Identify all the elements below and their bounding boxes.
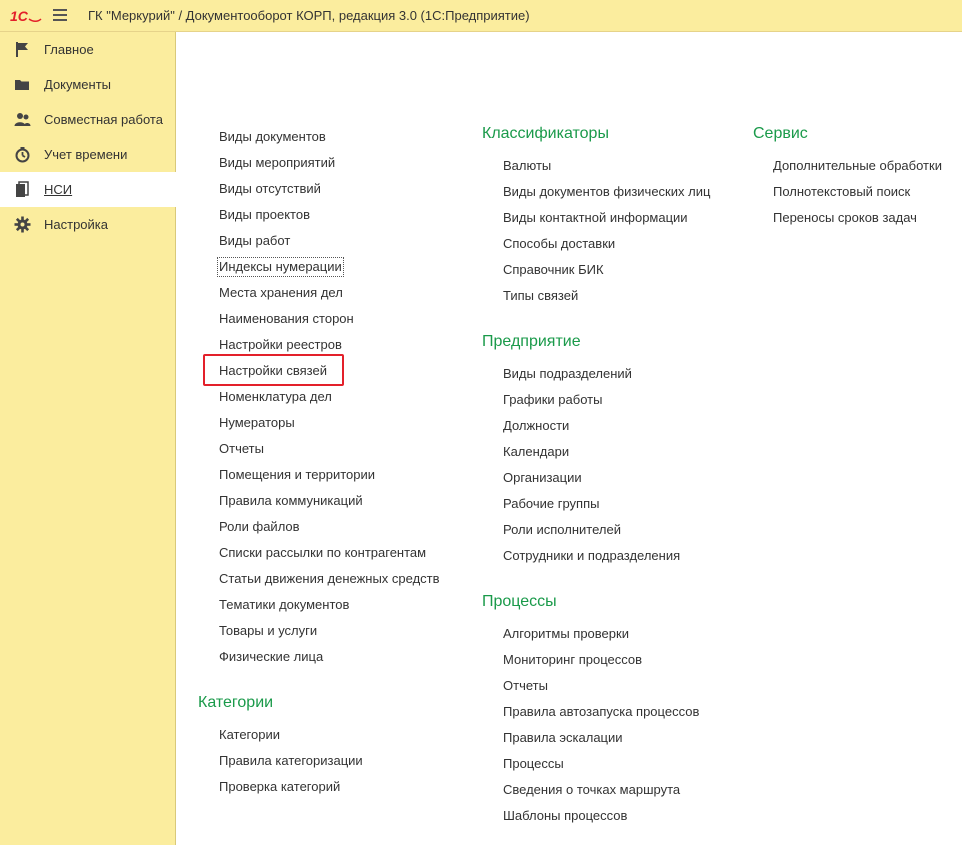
link-route-point-info[interactable]: Сведения о точках маршрута <box>503 782 680 798</box>
link-work-groups[interactable]: Рабочие группы <box>503 496 599 512</box>
link-employees-departments[interactable]: Сотрудники и подразделения <box>503 548 680 564</box>
link-organizations[interactable]: Организации <box>503 470 582 486</box>
link-calendars[interactable]: Календари <box>503 444 569 460</box>
link-communication-rules[interactable]: Правила коммуникаций <box>219 493 363 509</box>
reference-books-icon <box>14 181 31 198</box>
timer-icon <box>14 146 31 163</box>
sidebar-item-main[interactable]: Главное <box>0 32 176 67</box>
section-title-classifiers: Классификаторы <box>482 125 609 142</box>
link-document-topics[interactable]: Тематики документов <box>219 597 349 613</box>
link-positions[interactable]: Должности <box>503 418 569 434</box>
link-category-check[interactable]: Проверка категорий <box>219 779 340 795</box>
section-title-processes: Процессы <box>482 593 557 610</box>
link-contact-info-types[interactable]: Виды контактной информации <box>503 210 688 226</box>
sidebar-item-settings[interactable]: Настройка <box>0 207 176 242</box>
link-reports[interactable]: Отчеты <box>219 441 264 457</box>
sidebar-item-nsi[interactable]: НСИ <box>0 172 176 207</box>
link-process-reports[interactable]: Отчеты <box>503 678 548 694</box>
link-performer-roles[interactable]: Роли исполнителей <box>503 522 621 538</box>
link-numbering-indexes[interactable]: Индексы нумерации <box>217 257 344 277</box>
sidebar-item-label: Совместная работа <box>44 112 163 127</box>
link-process-templates[interactable]: Шаблоны процессов <box>503 808 627 824</box>
sidebar-item-label: Учет времени <box>44 147 128 162</box>
link-escalation-rules[interactable]: Правила эскалации <box>503 730 623 746</box>
link-delivery-methods[interactable]: Способы доставки <box>503 236 615 252</box>
link-task-deadline-transfers[interactable]: Переносы сроков задач <box>773 210 917 226</box>
section-title-service: Сервис <box>753 125 808 142</box>
sidebar-item-documents[interactable]: Документы <box>0 67 176 102</box>
flag-icon <box>14 41 31 58</box>
link-file-roles[interactable]: Роли файлов <box>219 519 300 535</box>
svg-text:1С: 1С <box>10 8 29 24</box>
link-link-types[interactable]: Типы связей <box>503 288 578 304</box>
link-case-storage-places[interactable]: Места хранения дел <box>219 285 343 301</box>
gear-icon <box>14 216 31 233</box>
users-icon <box>14 111 31 128</box>
link-premises-territories[interactable]: Помещения и территории <box>219 467 375 483</box>
link-fulltext-search[interactable]: Полнотекстовый поиск <box>773 184 910 200</box>
link-mailing-lists[interactable]: Списки рассылки по контрагентам <box>219 545 426 561</box>
link-project-types[interactable]: Виды проектов <box>219 207 310 223</box>
window-title: ГК "Меркурий" / Документооборот КОРП, ре… <box>88 8 530 23</box>
link-work-schedules[interactable]: Графики работы <box>503 392 602 408</box>
link-work-types[interactable]: Виды работ <box>219 233 290 249</box>
link-register-settings[interactable]: Настройки реестров <box>219 337 342 353</box>
link-process-monitoring[interactable]: Мониторинг процессов <box>503 652 642 668</box>
title-bar: 1С ГК "Меркурий" / Документооборот КОРП,… <box>0 0 962 32</box>
section-title-enterprise: Предприятие <box>482 333 581 350</box>
link-processes[interactable]: Процессы <box>503 756 564 772</box>
sidebar-item-collaboration[interactable]: Совместная работа <box>0 102 176 137</box>
link-event-types[interactable]: Виды мероприятий <box>219 155 335 171</box>
sections-panel: Главное Документы Совместная работа Учет… <box>0 32 176 845</box>
link-currencies[interactable]: Валюты <box>503 158 551 174</box>
link-check-algorithms[interactable]: Алгоритмы проверки <box>503 626 629 642</box>
link-individuals[interactable]: Физические лица <box>219 649 323 665</box>
link-categorization-rules[interactable]: Правила категоризации <box>219 753 363 769</box>
section-title-categories: Категории <box>198 694 274 711</box>
link-document-types[interactable]: Виды документов <box>219 129 326 145</box>
link-additional-processing[interactable]: Дополнительные обработки <box>773 158 942 174</box>
link-case-nomenclature[interactable]: Номенклатура дел <box>219 389 332 405</box>
sidebar-item-label: Настройка <box>44 217 108 232</box>
link-department-types[interactable]: Виды подразделений <box>503 366 632 382</box>
sidebar-item-label: Документы <box>44 77 112 92</box>
link-cash-flow-items[interactable]: Статьи движения денежных средств <box>219 571 440 587</box>
1c-logo[interactable]: 1С <box>10 8 42 24</box>
link-party-names[interactable]: Наименования сторон <box>219 311 354 327</box>
folder-icon <box>14 76 31 93</box>
link-goods-services[interactable]: Товары и услуги <box>219 623 317 639</box>
link-bik-reference[interactable]: Справочник БИК <box>503 262 604 278</box>
link-numerators[interactable]: Нумераторы <box>219 415 295 431</box>
sidebar-item-label: НСИ <box>44 182 73 197</box>
link-identity-document-types[interactable]: Виды документов физических лиц <box>503 184 710 200</box>
link-absence-types[interactable]: Виды отсутствий <box>219 181 321 197</box>
sidebar-item-label: Главное <box>44 42 94 57</box>
sidebar-item-time-tracking[interactable]: Учет времени <box>0 137 176 172</box>
main-menu-icon[interactable] <box>53 9 67 23</box>
link-categories[interactable]: Категории <box>219 727 280 743</box>
link-process-autostart-rules[interactable]: Правила автозапуска процессов <box>503 704 699 720</box>
link-link-settings[interactable]: Настройки связей <box>219 363 327 379</box>
